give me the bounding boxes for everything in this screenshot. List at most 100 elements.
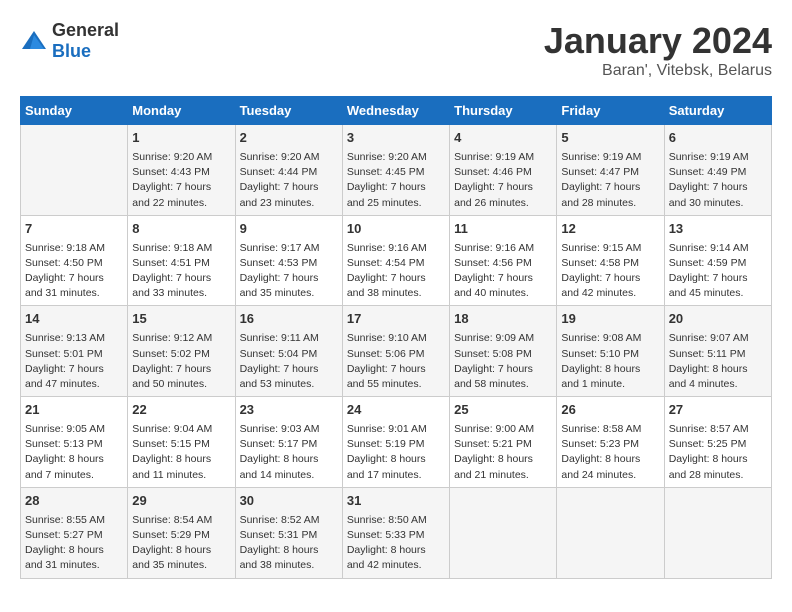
day-info: Sunset: 5:33 PM — [347, 528, 445, 543]
day-info: Sunset: 5:08 PM — [454, 347, 552, 362]
day-info: Daylight: 7 hours — [240, 271, 338, 286]
week-row-3: 21Sunrise: 9:05 AMSunset: 5:13 PMDayligh… — [21, 397, 772, 488]
day-number: 10 — [347, 220, 445, 239]
day-info: Sunrise: 9:17 AM — [240, 241, 338, 256]
day-number: 19 — [561, 310, 659, 329]
day-info: Sunrise: 9:04 AM — [132, 422, 230, 437]
day-number: 7 — [25, 220, 123, 239]
title-area: January 2024 Baran', Vitebsk, Belarus — [544, 20, 772, 80]
day-info: and 25 minutes. — [347, 196, 445, 211]
day-info: Daylight: 7 hours — [347, 180, 445, 195]
day-header-friday: Friday — [557, 97, 664, 125]
day-info: Daylight: 8 hours — [132, 452, 230, 467]
day-info: Sunset: 4:54 PM — [347, 256, 445, 271]
day-info: Sunset: 4:59 PM — [669, 256, 767, 271]
day-info: Daylight: 8 hours — [561, 452, 659, 467]
calendar-cell: 22Sunrise: 9:04 AMSunset: 5:15 PMDayligh… — [128, 397, 235, 488]
day-info: Daylight: 7 hours — [561, 271, 659, 286]
day-number: 13 — [669, 220, 767, 239]
day-info: Sunrise: 9:19 AM — [669, 150, 767, 165]
calendar-cell: 23Sunrise: 9:03 AMSunset: 5:17 PMDayligh… — [235, 397, 342, 488]
day-info: and 47 minutes. — [25, 377, 123, 392]
day-info: and 45 minutes. — [669, 286, 767, 301]
day-info: Sunset: 5:19 PM — [347, 437, 445, 452]
day-info: Daylight: 7 hours — [347, 362, 445, 377]
day-info: and 38 minutes. — [240, 558, 338, 573]
calendar-header: SundayMondayTuesdayWednesdayThursdayFrid… — [21, 97, 772, 125]
day-info: Daylight: 7 hours — [669, 180, 767, 195]
calendar-cell: 1Sunrise: 9:20 AMSunset: 4:43 PMDaylight… — [128, 125, 235, 216]
day-number: 27 — [669, 401, 767, 420]
calendar-cell — [664, 487, 771, 578]
day-number: 14 — [25, 310, 123, 329]
day-info: Sunset: 5:01 PM — [25, 347, 123, 362]
day-info: Sunset: 4:46 PM — [454, 165, 552, 180]
calendar-cell: 3Sunrise: 9:20 AMSunset: 4:45 PMDaylight… — [342, 125, 449, 216]
day-info: Daylight: 8 hours — [561, 362, 659, 377]
calendar-cell: 9Sunrise: 9:17 AMSunset: 4:53 PMDaylight… — [235, 215, 342, 306]
week-row-1: 7Sunrise: 9:18 AMSunset: 4:50 PMDaylight… — [21, 215, 772, 306]
day-info: Sunset: 5:04 PM — [240, 347, 338, 362]
logo-general: General — [52, 20, 119, 40]
logo-text: General Blue — [52, 20, 119, 62]
day-number: 6 — [669, 129, 767, 148]
day-info: Daylight: 8 hours — [132, 543, 230, 558]
day-info: Sunset: 5:15 PM — [132, 437, 230, 452]
day-number: 30 — [240, 492, 338, 511]
day-number: 26 — [561, 401, 659, 420]
day-info: Sunrise: 9:12 AM — [132, 331, 230, 346]
day-info: Sunset: 5:31 PM — [240, 528, 338, 543]
day-info: Sunrise: 9:16 AM — [347, 241, 445, 256]
day-info: Sunrise: 9:08 AM — [561, 331, 659, 346]
calendar-cell: 29Sunrise: 8:54 AMSunset: 5:29 PMDayligh… — [128, 487, 235, 578]
day-info: and 24 minutes. — [561, 468, 659, 483]
day-number: 8 — [132, 220, 230, 239]
day-info: Sunrise: 9:09 AM — [454, 331, 552, 346]
day-number: 29 — [132, 492, 230, 511]
calendar-cell: 8Sunrise: 9:18 AMSunset: 4:51 PMDaylight… — [128, 215, 235, 306]
day-number: 24 — [347, 401, 445, 420]
calendar-cell: 26Sunrise: 8:58 AMSunset: 5:23 PMDayligh… — [557, 397, 664, 488]
day-header-monday: Monday — [128, 97, 235, 125]
day-info: Sunrise: 9:20 AM — [132, 150, 230, 165]
calendar-cell: 31Sunrise: 8:50 AMSunset: 5:33 PMDayligh… — [342, 487, 449, 578]
day-header-saturday: Saturday — [664, 97, 771, 125]
day-header-sunday: Sunday — [21, 97, 128, 125]
day-info: Daylight: 7 hours — [347, 271, 445, 286]
day-info: Daylight: 8 hours — [454, 452, 552, 467]
day-info: Daylight: 7 hours — [132, 180, 230, 195]
week-row-0: 1Sunrise: 9:20 AMSunset: 4:43 PMDaylight… — [21, 125, 772, 216]
day-info: and 28 minutes. — [669, 468, 767, 483]
week-row-2: 14Sunrise: 9:13 AMSunset: 5:01 PMDayligh… — [21, 306, 772, 397]
calendar-cell: 14Sunrise: 9:13 AMSunset: 5:01 PMDayligh… — [21, 306, 128, 397]
day-info: Sunset: 5:11 PM — [669, 347, 767, 362]
day-number: 25 — [454, 401, 552, 420]
day-info: and 42 minutes. — [561, 286, 659, 301]
day-info: Sunset: 5:06 PM — [347, 347, 445, 362]
day-info: Sunset: 4:56 PM — [454, 256, 552, 271]
day-info: Daylight: 7 hours — [454, 271, 552, 286]
day-info: Daylight: 8 hours — [25, 543, 123, 558]
calendar-cell: 17Sunrise: 9:10 AMSunset: 5:06 PMDayligh… — [342, 306, 449, 397]
calendar-cell — [450, 487, 557, 578]
day-info: Daylight: 7 hours — [454, 180, 552, 195]
day-info: and 21 minutes. — [454, 468, 552, 483]
day-info: Sunset: 5:10 PM — [561, 347, 659, 362]
day-header-thursday: Thursday — [450, 97, 557, 125]
day-info: Daylight: 7 hours — [25, 362, 123, 377]
calendar-cell: 20Sunrise: 9:07 AMSunset: 5:11 PMDayligh… — [664, 306, 771, 397]
calendar-body: 1Sunrise: 9:20 AMSunset: 4:43 PMDaylight… — [21, 125, 772, 579]
day-number: 9 — [240, 220, 338, 239]
day-info: Sunset: 5:02 PM — [132, 347, 230, 362]
day-info: Sunrise: 9:18 AM — [132, 241, 230, 256]
day-headers-row: SundayMondayTuesdayWednesdayThursdayFrid… — [21, 97, 772, 125]
day-info: Sunset: 4:44 PM — [240, 165, 338, 180]
day-info: Daylight: 8 hours — [347, 543, 445, 558]
day-info: Sunset: 5:13 PM — [25, 437, 123, 452]
day-info: and 58 minutes. — [454, 377, 552, 392]
day-info: and 14 minutes. — [240, 468, 338, 483]
day-info: Sunrise: 9:10 AM — [347, 331, 445, 346]
day-header-tuesday: Tuesday — [235, 97, 342, 125]
day-info: and 33 minutes. — [132, 286, 230, 301]
day-info: Daylight: 7 hours — [132, 362, 230, 377]
